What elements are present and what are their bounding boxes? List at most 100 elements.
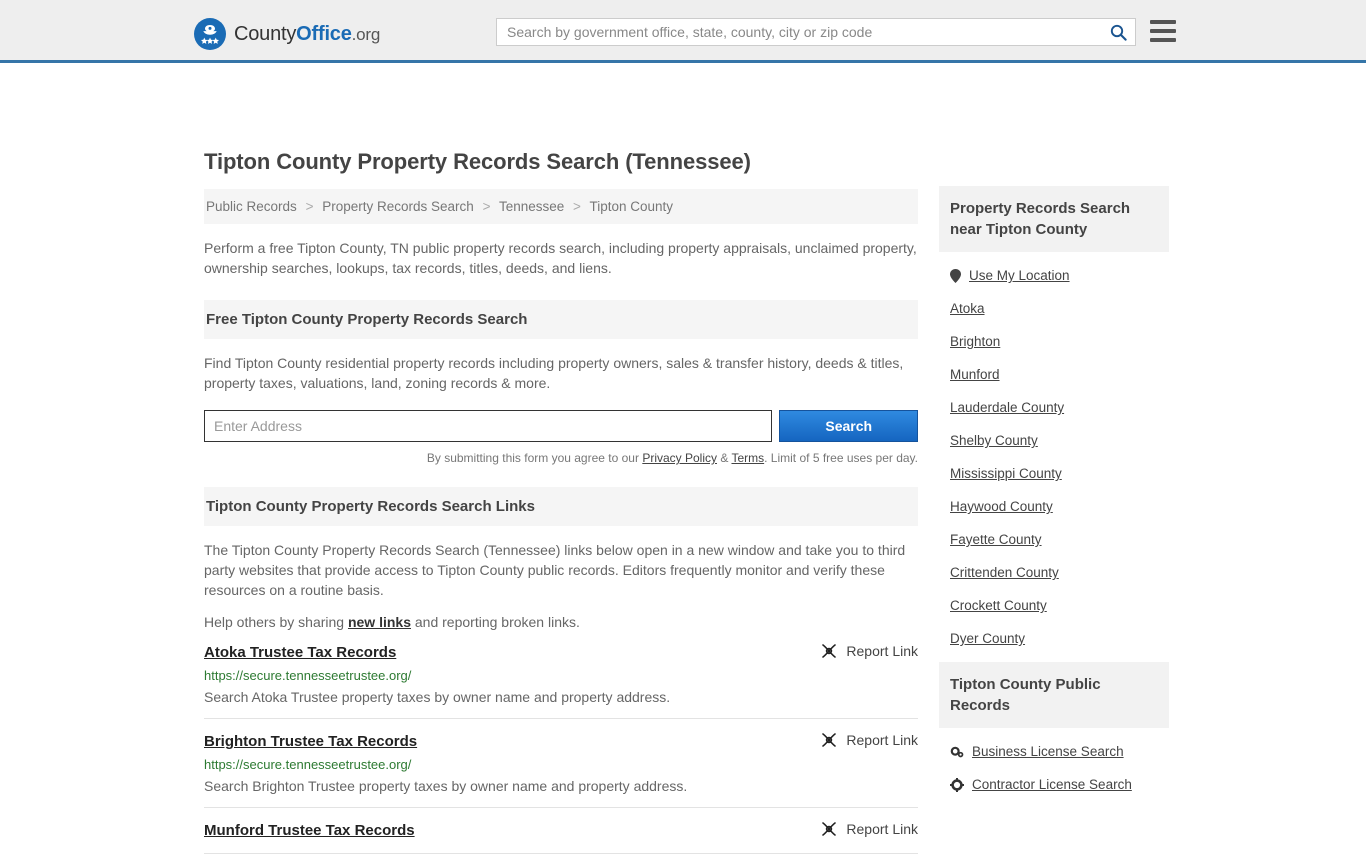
address-search-button[interactable]: Search xyxy=(779,410,918,442)
sidebar-link[interactable]: Mississippi County xyxy=(950,466,1062,481)
disclaimer-suffix: . Limit of 5 free uses per day. xyxy=(764,451,918,465)
help-prefix: Help others by sharing xyxy=(204,614,348,630)
sidebar-link[interactable]: Crockett County xyxy=(950,598,1047,613)
map-pin-icon xyxy=(950,268,961,283)
sidebar-item-shelby-county[interactable]: Shelby County xyxy=(939,424,1169,457)
sidebar-item-brighton[interactable]: Brighton xyxy=(939,325,1169,358)
address-search-form: Search xyxy=(204,410,918,442)
sidebar-link[interactable]: Haywood County xyxy=(950,499,1053,514)
breadcrumb-item-public-records[interactable]: Public Records xyxy=(206,199,297,214)
logo-text-tld: .org xyxy=(351,24,381,44)
search-submit-button[interactable] xyxy=(1101,19,1135,45)
gears-icon xyxy=(950,746,964,757)
hamburger-bar xyxy=(1150,20,1176,24)
breadcrumb-separator: > xyxy=(482,199,491,214)
sidebar-link[interactable]: Contractor License Search xyxy=(972,777,1132,792)
sidebar: Property Records Search near Tipton Coun… xyxy=(939,186,1169,801)
main-content: Tipton County Property Records Search (T… xyxy=(204,149,918,854)
disclaimer-prefix: By submitting this form you agree to our xyxy=(426,451,643,465)
site-logo[interactable]: CountyOffice.org xyxy=(193,17,380,51)
sidebar-item-munford[interactable]: Munford xyxy=(939,358,1169,391)
sidebar-link[interactable]: Fayette County xyxy=(950,532,1042,547)
disclaimer-amp: & xyxy=(717,451,732,465)
report-link-button[interactable]: Report Link xyxy=(820,820,918,838)
sidebar-nearby-heading: Property Records Search near Tipton Coun… xyxy=(939,186,1169,252)
sidebar-link[interactable]: Lauderdale County xyxy=(950,400,1064,415)
sidebar-item-mississippi-county[interactable]: Mississippi County xyxy=(939,457,1169,490)
report-link-label: Report Link xyxy=(846,643,918,659)
form-disclaimer: By submitting this form you agree to our… xyxy=(204,451,918,465)
result-title[interactable]: Brighton Trustee Tax Records xyxy=(204,733,417,750)
new-links-link[interactable]: new links xyxy=(348,614,411,630)
sidebar-link[interactable]: Brighton xyxy=(950,334,1000,349)
use-my-location-link[interactable]: Use My Location xyxy=(969,268,1070,283)
sidebar-item-lauderdale-county[interactable]: Lauderdale County xyxy=(939,391,1169,424)
site-header: CountyOffice.org xyxy=(0,0,1366,63)
sidebar-link[interactable]: Shelby County xyxy=(950,433,1038,448)
breadcrumb-item-tipton-county[interactable]: Tipton County xyxy=(589,199,673,214)
intro-paragraph: Perform a free Tipton County, TN public … xyxy=(204,240,917,276)
logo-text-county: County xyxy=(234,22,297,45)
broken-link-icon xyxy=(822,822,837,836)
sidebar-item-haywood-county[interactable]: Haywood County xyxy=(939,490,1169,523)
result-item: Munford Trustee Tax Records Report Link xyxy=(204,808,918,854)
result-item: Brighton Trustee Tax Records https://sec… xyxy=(204,719,918,808)
sidebar-item-use-my-location[interactable]: Use My Location xyxy=(939,259,1169,292)
sidebar-item-dyer-county[interactable]: Dyer County xyxy=(939,622,1169,655)
report-link-label: Report Link xyxy=(846,821,918,837)
broken-link-icon xyxy=(822,644,837,658)
sidebar-public-records-heading: Tipton County Public Records xyxy=(939,662,1169,728)
sidebar-link[interactable]: Munford xyxy=(950,367,1000,382)
search-links-description: The Tipton County Property Records Searc… xyxy=(204,542,906,598)
logo-text-office: Office xyxy=(296,22,352,45)
hamburger-bar xyxy=(1150,38,1176,42)
sidebar-link[interactable]: Dyer County xyxy=(950,631,1025,646)
sidebar-nearby-list: Atoka Brighton Munford Lauderdale County… xyxy=(939,292,1169,655)
result-url: https://secure.tennesseetrustee.org/ xyxy=(204,668,412,683)
sidebar-item-atoka[interactable]: Atoka xyxy=(939,292,1169,325)
sidebar-link[interactable]: Business License Search xyxy=(972,744,1124,759)
result-description: Search Atoka Trustee property taxes by o… xyxy=(204,689,671,705)
sidebar-item-fayette-county[interactable]: Fayette County xyxy=(939,523,1169,556)
breadcrumb-item-property-records-search[interactable]: Property Records Search xyxy=(322,199,474,214)
eagle-seal-icon xyxy=(194,18,226,50)
breadcrumb-item-tennessee[interactable]: Tennessee xyxy=(499,199,564,214)
page-title: Tipton County Property Records Search (T… xyxy=(204,149,751,174)
search-icon xyxy=(1110,24,1127,41)
result-title[interactable]: Atoka Trustee Tax Records xyxy=(204,644,396,661)
report-link-button[interactable]: Report Link xyxy=(820,731,918,749)
hamburger-bar xyxy=(1150,29,1176,33)
free-search-description: Find Tipton County residential property … xyxy=(204,355,904,391)
breadcrumb: Public Records > Property Records Search… xyxy=(204,189,918,224)
terms-link[interactable]: Terms xyxy=(731,451,764,465)
sidebar-item-contractor-license-search[interactable]: Contractor License Search xyxy=(939,768,1169,801)
help-share-line: Help others by sharing new links and rep… xyxy=(204,614,918,630)
sidebar-public-records-list: Business License Search Contractor Licen… xyxy=(939,735,1169,801)
sidebar-item-crittenden-county[interactable]: Crittenden County xyxy=(939,556,1169,589)
hamburger-menu-icon[interactable] xyxy=(1150,20,1176,42)
sidebar-link[interactable]: Crittenden County xyxy=(950,565,1059,580)
sidebar-link[interactable]: Atoka xyxy=(950,301,985,316)
result-title[interactable]: Munford Trustee Tax Records xyxy=(204,822,415,839)
sidebar-item-crockett-county[interactable]: Crockett County xyxy=(939,589,1169,622)
result-url: https://secure.tennesseetrustee.org/ xyxy=(204,757,412,772)
result-description: Search Brighton Trustee property taxes b… xyxy=(204,778,688,794)
help-suffix: and reporting broken links. xyxy=(411,614,580,630)
sidebar-item-business-license-search[interactable]: Business License Search xyxy=(939,735,1169,768)
search-links-heading: Tipton County Property Records Search Li… xyxy=(204,487,918,526)
logo-wordmark: CountyOffice.org xyxy=(234,23,380,46)
breadcrumb-separator: > xyxy=(573,199,581,214)
broken-link-icon xyxy=(822,733,837,747)
result-item: Atoka Trustee Tax Records https://secure… xyxy=(204,630,918,719)
breadcrumb-separator: > xyxy=(305,199,314,214)
global-search-container xyxy=(496,18,1136,46)
report-link-button[interactable]: Report Link xyxy=(820,642,918,660)
search-input[interactable] xyxy=(497,19,1101,45)
privacy-policy-link[interactable]: Privacy Policy xyxy=(642,451,717,465)
address-input[interactable] xyxy=(204,410,773,442)
gear-icon xyxy=(950,777,964,792)
report-link-label: Report Link xyxy=(846,732,918,748)
